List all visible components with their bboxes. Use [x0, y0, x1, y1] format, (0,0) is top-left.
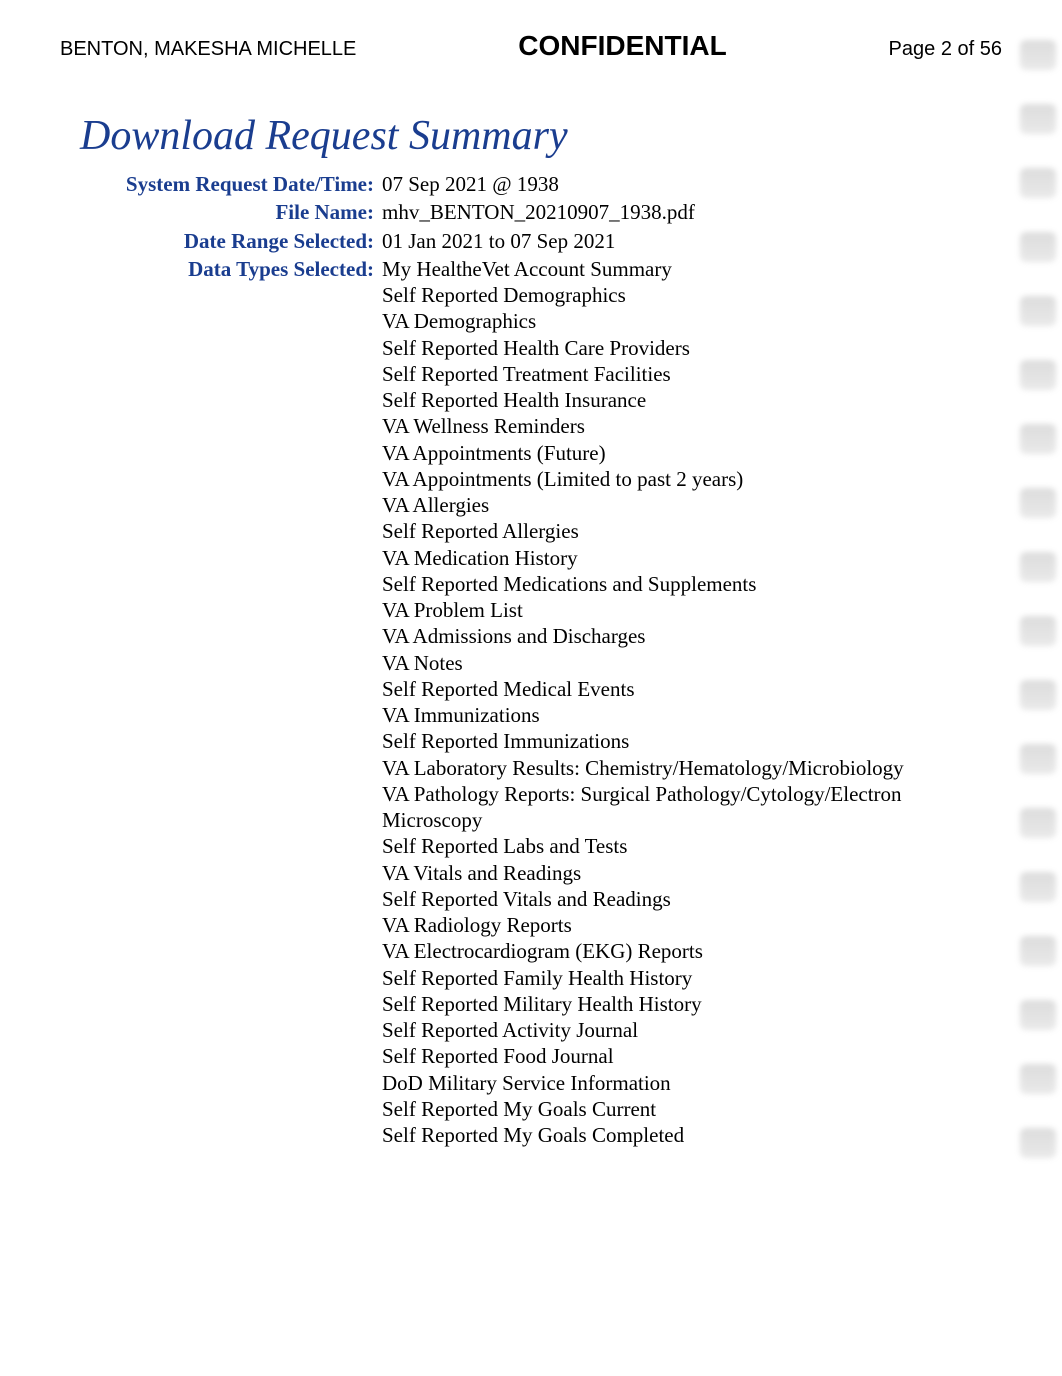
data-type-item: VA Appointments (Future) — [382, 440, 946, 466]
page-thumbnail — [1020, 552, 1056, 582]
data-type-item: VA Problem List — [382, 597, 946, 623]
data-type-item: VA Vitals and Readings — [382, 860, 946, 886]
data-type-item: VA Medication History — [382, 545, 946, 571]
data-type-item: Self Reported Allergies — [382, 518, 946, 544]
summary-value: mhv_BENTON_20210907_1938.pdf — [378, 198, 950, 226]
page-thumbnail — [1020, 424, 1056, 454]
data-type-item: Self Reported Vitals and Readings — [382, 886, 946, 912]
data-type-item: VA Laboratory Results: Chemistry/Hematol… — [382, 755, 946, 781]
summary-row: File Name: mhv_BENTON_20210907_1938.pdf — [100, 198, 950, 226]
summary-value: 01 Jan 2021 to 07 Sep 2021 — [378, 227, 950, 255]
data-type-item: VA Pathology Reports: Surgical Pathology… — [382, 781, 946, 834]
page-thumbnail — [1020, 488, 1056, 518]
page-thumbnail — [1020, 1128, 1056, 1158]
data-type-item: VA Admissions and Discharges — [382, 623, 946, 649]
data-type-item: Self Reported Military Health History — [382, 991, 946, 1017]
summary-table: System Request Date/Time: 07 Sep 2021 @ … — [100, 170, 950, 1149]
data-type-item: Self Reported My Goals Completed — [382, 1122, 946, 1148]
confidential-stamp: CONFIDENTIAL — [518, 30, 726, 62]
data-type-item: VA Appointments (Limited to past 2 years… — [382, 466, 946, 492]
summary-row: System Request Date/Time: 07 Sep 2021 @ … — [100, 170, 950, 198]
data-type-item: Self Reported Demographics — [382, 282, 946, 308]
summary-value: 07 Sep 2021 @ 1938 — [378, 170, 950, 198]
data-type-item: VA Demographics — [382, 308, 946, 334]
data-type-item: VA Electrocardiogram (EKG) Reports — [382, 938, 946, 964]
data-type-item: VA Radiology Reports — [382, 912, 946, 938]
data-type-item: VA Allergies — [382, 492, 946, 518]
page-thumbnail — [1020, 232, 1056, 262]
page-thumbnail — [1020, 296, 1056, 326]
data-type-item: Self Reported Food Journal — [382, 1043, 946, 1069]
data-type-item: Self Reported Immunizations — [382, 728, 946, 754]
data-type-item: Self Reported Medical Events — [382, 676, 946, 702]
document-page: BENTON, MAKESHA MICHELLE CONFIDENTIAL Pa… — [0, 0, 1062, 1209]
summary-label: System Request Date/Time: — [100, 170, 378, 198]
page-thumbnail — [1020, 40, 1056, 70]
page-thumbnail — [1020, 872, 1056, 902]
page-thumbnail — [1020, 808, 1056, 838]
summary-label: Date Range Selected: — [100, 227, 378, 255]
page-thumbnail — [1020, 1064, 1056, 1094]
data-type-item: DoD Military Service Information — [382, 1070, 946, 1096]
data-type-item: My HealtheVet Account Summary — [382, 256, 946, 282]
page-thumbnail — [1020, 168, 1056, 198]
data-type-item: Self Reported Treatment Facilities — [382, 361, 946, 387]
page-thumbnail — [1020, 1000, 1056, 1030]
data-types-cell: My HealtheVet Account SummarySelf Report… — [378, 255, 950, 1150]
patient-name: BENTON, MAKESHA MICHELLE — [60, 38, 356, 61]
page-thumbnail — [1020, 104, 1056, 134]
summary-label: File Name: — [100, 198, 378, 226]
section-title: Download Request Summary — [80, 112, 1002, 160]
data-types-label: Data Types Selected: — [100, 255, 378, 1150]
page-thumbnail — [1020, 936, 1056, 966]
page-number: Page 2 of 56 — [889, 38, 1002, 61]
summary-row: Date Range Selected: 01 Jan 2021 to 07 S… — [100, 227, 950, 255]
data-type-item: Self Reported Labs and Tests — [382, 833, 946, 859]
page-thumbnail — [1020, 680, 1056, 710]
page-header: BENTON, MAKESHA MICHELLE CONFIDENTIAL Pa… — [60, 20, 1002, 92]
page-thumbnail — [1020, 360, 1056, 390]
data-type-item: Self Reported Health Care Providers — [382, 335, 946, 361]
data-type-item: VA Wellness Reminders — [382, 413, 946, 439]
thumbnail-strip — [1020, 40, 1056, 1158]
page-thumbnail — [1020, 616, 1056, 646]
data-types-row: Data Types Selected: My HealtheVet Accou… — [100, 255, 950, 1150]
data-type-item: Self Reported Family Health History — [382, 965, 946, 991]
data-type-item: VA Immunizations — [382, 702, 946, 728]
data-type-item: Self Reported Activity Journal — [382, 1017, 946, 1043]
data-type-item: Self Reported Medications and Supplement… — [382, 571, 946, 597]
page-thumbnail — [1020, 744, 1056, 774]
data-type-item: Self Reported Health Insurance — [382, 387, 946, 413]
data-types-list: My HealtheVet Account SummarySelf Report… — [382, 256, 946, 1149]
data-type-item: Self Reported My Goals Current — [382, 1096, 946, 1122]
data-type-item: VA Notes — [382, 650, 946, 676]
